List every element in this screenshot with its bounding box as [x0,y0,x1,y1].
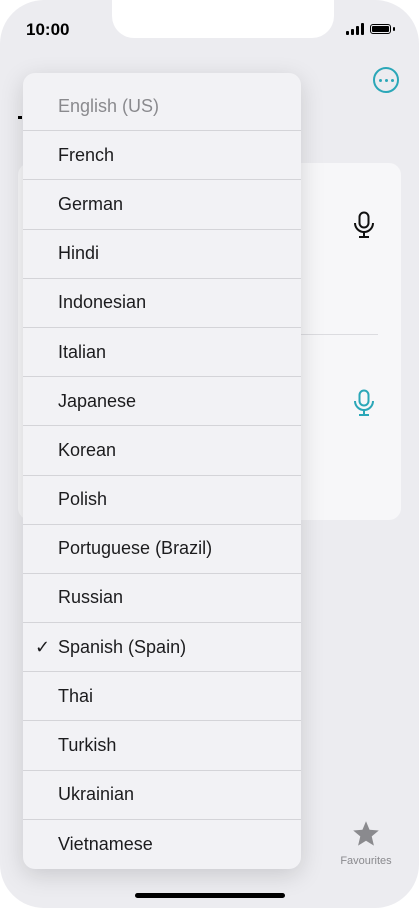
language-item-russian[interactable]: Russian [23,574,301,624]
language-item-thai[interactable]: Thai [23,672,301,722]
language-item-label: French [58,144,115,165]
tab-favourites[interactable]: Favourites [336,820,396,867]
phone-screen: 10:00 Favourites English (US) French Ger… [0,0,419,908]
home-indicator [135,893,285,898]
more-dot [390,78,394,82]
language-item-label: Portuguese (Brazil) [58,538,213,559]
language-item-portuguese-brazil[interactable]: Portuguese (Brazil) [23,525,301,574]
language-item-english-us: English (US) [23,82,301,132]
language-item-label: Indonesian [58,292,147,313]
language-item-spanish-spain[interactable]: ✓ Spanish (Spain) [23,623,301,673]
signal-icon [346,23,364,35]
status-time: 10:00 [26,20,70,39]
language-item-korean[interactable]: Korean [23,426,301,476]
more-dot [384,78,388,82]
checkmark-icon: ✓ [35,636,51,657]
notch [112,0,334,38]
language-item-label: Vietnamese [58,833,153,854]
language-item-japanese[interactable]: Japanese [23,377,301,427]
language-item-turkish[interactable]: Turkish [23,721,301,771]
language-item-label: Italian [58,341,107,362]
language-item-label: Japanese [58,390,137,411]
tab-favourites-label: Favourites [340,855,392,867]
title-fragment [18,116,22,119]
language-dropdown-menu: English (US) French German Hindi Indones… [23,73,301,869]
card-divider [300,334,378,335]
language-item-label: Polish [58,489,108,510]
microphone-icon[interactable] [352,211,376,244]
language-item-label: Turkish [58,735,117,756]
language-list: English (US) French German Hindi Indones… [23,82,301,869]
language-item-french[interactable]: French [23,131,301,181]
language-item-polish[interactable]: Polish [23,476,301,525]
language-item-label: Hindi [58,243,100,264]
language-item-italian[interactable]: Italian [23,328,301,378]
more-dot [378,78,382,82]
language-item-ukrainian[interactable]: Ukrainian [23,771,301,820]
language-item-label: Spanish (Spain) [58,636,187,657]
battery-tip [393,27,395,31]
microphone-icon[interactable] [352,389,376,422]
language-item-label: Russian [58,587,124,608]
language-item-german[interactable]: German [23,180,301,230]
language-item-hindi[interactable]: Hindi [23,230,301,279]
language-item-label: German [58,193,124,214]
language-item-vietnamese[interactable]: Vietnamese [23,820,301,869]
more-options-button[interactable] [373,67,399,93]
language-item-label: Ukrainian [58,784,135,805]
language-item-label: English (US) [58,95,160,116]
language-item-label: Korean [58,439,117,460]
language-item-indonesian[interactable]: Indonesian [23,279,301,328]
status-icons [346,23,395,35]
star-icon [353,821,379,846]
language-item-label: Thai [58,685,94,706]
battery-icon [370,24,391,34]
